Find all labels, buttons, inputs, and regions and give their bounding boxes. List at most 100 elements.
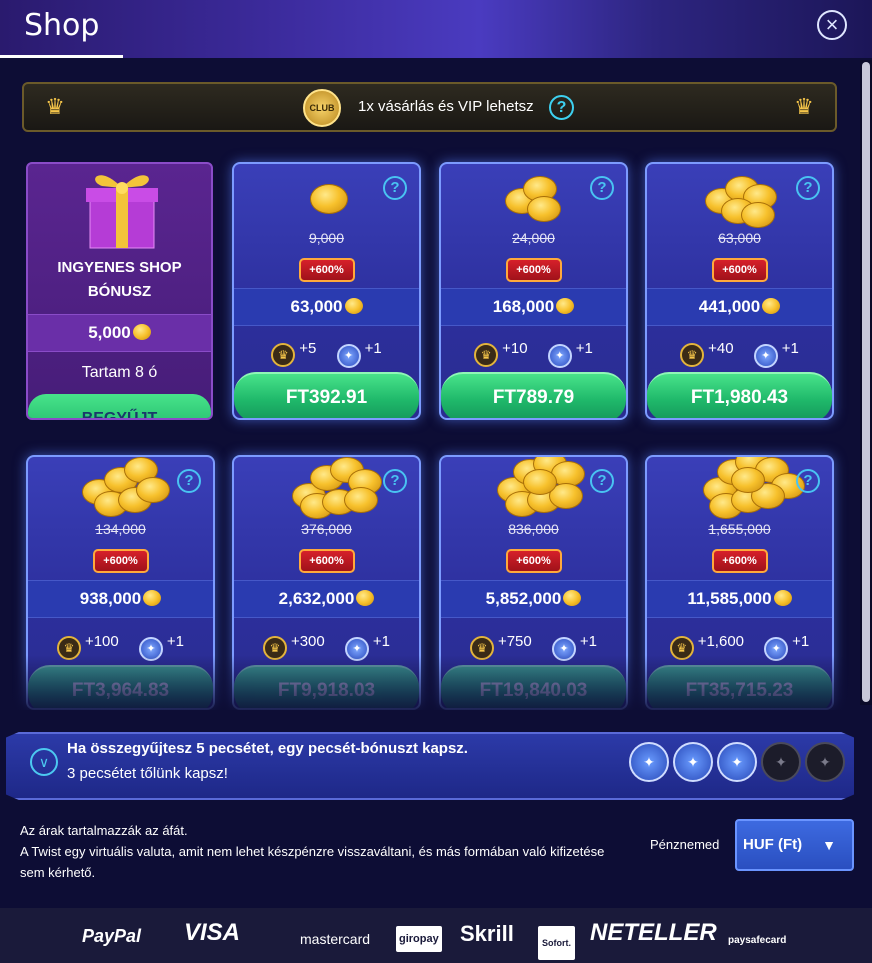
crown-icon: ♛ (45, 94, 65, 119)
offer-help-button[interactable]: ? (590, 176, 614, 200)
rewards-row: ♛ +750 ✦ +1 (441, 627, 626, 661)
old-amount: 63,000 (718, 230, 761, 246)
seal-icon: ✦ (344, 637, 369, 661)
gift-box-icon (86, 175, 158, 249)
seal-icon: ✦ (138, 637, 163, 661)
coin-amount: 168,000 (441, 288, 626, 326)
buy-button[interactable]: FT789.79 (441, 372, 626, 418)
coin-icon (132, 324, 151, 340)
seal-icon: ✦ (551, 637, 576, 661)
vip-points: +40 (708, 340, 734, 357)
coin-icon (556, 298, 575, 314)
collect-bonus-button[interactable]: BEGYŰJT (28, 394, 211, 418)
seal-count: +1 (781, 340, 799, 357)
coin-icon (762, 298, 781, 314)
crown-icon: ♛ (794, 94, 814, 119)
seal-icon: ✦ (753, 344, 778, 368)
close-button[interactable]: × (817, 10, 847, 40)
free-bonus-amount-value: 5,000 (88, 323, 131, 342)
bonus-percent-badge: +600% (711, 549, 768, 573)
offer-help-button[interactable]: ? (590, 469, 614, 493)
coin-icon (143, 590, 162, 606)
seal-stamp-collected-icon: ✦ (629, 742, 669, 782)
title-underline (0, 55, 123, 58)
offer-help-button[interactable]: ? (383, 469, 407, 493)
free-bonus-duration: Tartam 8 ó (81, 364, 158, 381)
offer-card: ? 376,000 +600% 2,632,000 ♛ +300 ✦ +1 FT9,… (232, 455, 421, 710)
coin-amount: 5,852,000 (441, 580, 626, 618)
coin-icon (344, 298, 363, 314)
offer-help-button[interactable]: ? (177, 469, 201, 493)
currency-select[interactable]: HUF (Ft) ▼ (735, 819, 854, 871)
chevron-down-icon: ▼ (822, 837, 836, 853)
offer-card: ? 24,000 +600% 168,000 ♛ +10 ✦ +1 FT789.79 (439, 162, 628, 420)
club-badge-icon: CLUB (303, 89, 341, 127)
old-amount: 24,000 (512, 230, 555, 246)
coin-amount-value: 938,000 (79, 589, 142, 608)
old-amount: 134,000 (95, 521, 146, 537)
seal-icon: ✦ (547, 344, 572, 368)
free-shop-bonus-card: INGYENES SHOP BÓNUSZ 5,000 Tartam 8 ó BE… (26, 162, 213, 420)
page-title: Shop (24, 8, 100, 43)
vip-banner-text: 1x vásárlás és VIP lehetsz (358, 98, 534, 115)
vip-crown-icon: ♛ (669, 636, 694, 660)
coin-amount: 11,585,000 (647, 580, 832, 618)
visa-logo: VISA (184, 919, 241, 946)
sofort-logo: Sofort. (538, 926, 575, 960)
vip-crown-icon: ♛ (271, 343, 296, 367)
buy-button[interactable]: FT1,980.43 (647, 372, 832, 418)
offer-card: ? 1,655,000 +600% 11,585,000 ♛ +1,600 ✦ +1… (645, 455, 834, 710)
currency-label: Pénznemed (650, 837, 720, 852)
skrill-logo: Skrill (460, 921, 514, 946)
vip-crown-icon: ♛ (469, 636, 494, 660)
currency-note: A Twist egy virtuális valuta, amit nem l… (20, 844, 605, 880)
expand-chevron-icon[interactable]: ∨ (30, 748, 58, 776)
paypal-logo: PayPal (82, 926, 142, 946)
buy-button[interactable]: FT3,964.83 (28, 665, 213, 708)
buy-button[interactable]: FT392.91 (234, 372, 419, 418)
vip-points: +300 (290, 633, 325, 650)
bonus-percent-badge: +600% (505, 258, 562, 282)
free-bonus-amount: 5,000 (28, 314, 211, 352)
stamp-info-title: Ha összegyűjtesz 5 pecsétet, egy pecsét-… (67, 740, 468, 757)
vip-crown-icon: ♛ (680, 343, 705, 367)
buy-button[interactable]: FT9,918.03 (234, 665, 419, 708)
coin-amount-value: 441,000 (698, 297, 761, 316)
bonus-percent-badge: +600% (298, 549, 355, 573)
rewards-row: ♛ +100 ✦ +1 (28, 627, 213, 661)
vip-crown-icon: ♛ (474, 343, 499, 367)
vip-points: +1,600 (697, 633, 744, 650)
coin-amount: 938,000 (28, 580, 213, 618)
rewards-row: ♛ +300 ✦ +1 (234, 627, 419, 661)
buy-button[interactable]: FT35,715.23 (647, 665, 832, 708)
vip-crown-icon: ♛ (56, 636, 81, 660)
coin-amount-value: 5,852,000 (485, 589, 562, 608)
coin-icon (773, 590, 792, 606)
buy-button[interactable]: FT19,840.03 (441, 665, 626, 708)
offer-card: ? 63,000 +600% 441,000 ♛ +40 ✦ +1 FT1,980.… (645, 162, 834, 420)
giropay-logo: giropay (396, 926, 442, 952)
coin-amount: 63,000 (234, 288, 419, 326)
offer-help-button[interactable]: ? (796, 176, 820, 200)
seal-stamp-empty-icon: ✦ (761, 742, 801, 782)
vip-points: +100 (84, 633, 119, 650)
old-amount: 9,000 (308, 230, 345, 246)
old-amount: 1,655,000 (708, 521, 771, 537)
vip-points: +750 (497, 633, 532, 650)
seal-icon: ✦ (764, 637, 789, 661)
legal-info: Az árak tartalmazzák az áfát. A Twist eg… (20, 820, 620, 883)
seal-count: +1 (792, 633, 810, 650)
bonus-percent-badge: +600% (298, 258, 355, 282)
bonus-percent-badge: +600% (92, 549, 149, 573)
bonus-percent-badge: +600% (711, 258, 768, 282)
offer-help-button[interactable]: ? (383, 176, 407, 200)
currency-value: HUF (Ft) (743, 836, 803, 853)
vip-help-button[interactable]: ? (549, 95, 574, 120)
coin-amount-value: 63,000 (290, 297, 343, 316)
coin-amount-value: 11,585,000 (687, 589, 772, 608)
offer-help-button[interactable]: ? (796, 469, 820, 493)
scrollbar-thumb[interactable] (862, 62, 870, 702)
offer-card: ? 134,000 +600% 938,000 ♛ +100 ✦ +1 FT3,96… (26, 455, 215, 710)
coin-amount-value: 168,000 (492, 297, 555, 316)
coin-amount-value: 2,632,000 (278, 589, 355, 608)
